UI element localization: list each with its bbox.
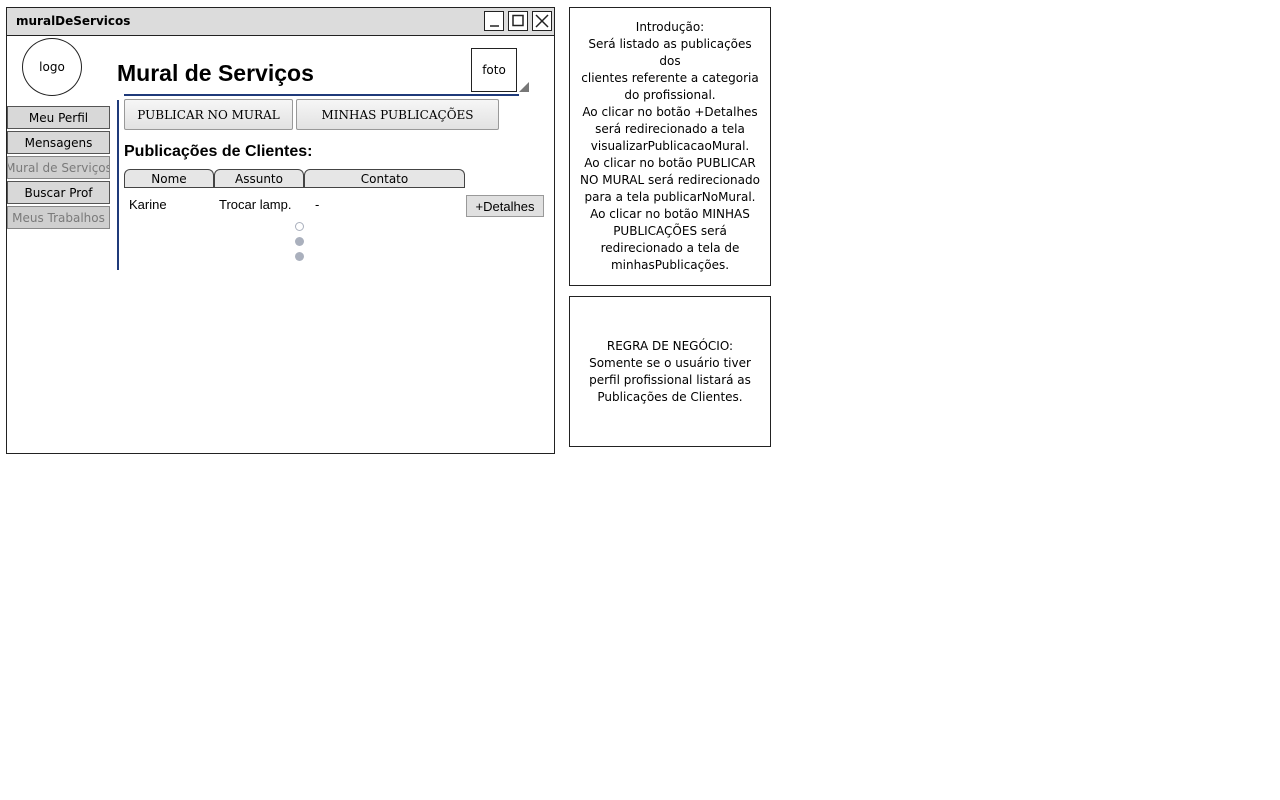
window-title: muralDeServicos bbox=[16, 14, 131, 28]
column-header-nome[interactable]: Nome bbox=[124, 169, 214, 188]
sidebar-item-label: Buscar Prof bbox=[24, 185, 93, 200]
profile-photo-label: foto bbox=[482, 63, 506, 77]
publish-button[interactable]: PUBLICAR NO MURAL bbox=[124, 99, 293, 130]
page-dot-1[interactable] bbox=[295, 222, 304, 231]
my-posts-button[interactable]: MINHAS PUBLICAÇÕES bbox=[296, 99, 499, 130]
title-bar: muralDeServicos bbox=[7, 8, 554, 36]
intro-note-text: Introdução: Será listado as publicações … bbox=[580, 20, 760, 272]
sidebar-item-label: Mural de Serviços bbox=[7, 160, 110, 175]
resize-grip-icon bbox=[519, 82, 529, 92]
cell-contato: - bbox=[315, 197, 320, 212]
column-header-contato[interactable]: Contato bbox=[304, 169, 465, 188]
intro-note: Introdução: Será listado as publicações … bbox=[569, 7, 771, 286]
section-title: Publicações de Clientes: bbox=[124, 143, 313, 160]
sidebar-item-label: Meus Trabalhos bbox=[12, 210, 105, 225]
title-divider bbox=[124, 94, 519, 96]
sidebar-item-label: Meu Perfil bbox=[28, 110, 89, 125]
sidebar-item-label: Mensagens bbox=[24, 135, 93, 150]
cell-nome: Karine bbox=[129, 197, 167, 212]
sidebar-item-meu-perfil[interactable]: Meu Perfil bbox=[7, 106, 110, 129]
sidebar-item-buscar-prof[interactable]: Buscar Prof bbox=[7, 181, 110, 204]
details-button[interactable]: +Detalhes bbox=[466, 195, 544, 217]
minimize-icon[interactable] bbox=[484, 11, 504, 31]
table-header-line bbox=[124, 187, 465, 188]
sidebar-item-mensagens[interactable]: Mensagens bbox=[7, 131, 110, 154]
column-header-assunto[interactable]: Assunto bbox=[214, 169, 304, 188]
close-icon[interactable] bbox=[532, 11, 552, 31]
content-divider bbox=[117, 100, 119, 270]
page-dot-2[interactable] bbox=[295, 237, 304, 246]
sidebar-item-mural-de-servicos[interactable]: Mural de Serviços bbox=[7, 156, 110, 179]
profile-photo[interactable]: foto bbox=[471, 48, 517, 92]
page-title: Mural de Serviços bbox=[117, 60, 314, 86]
logo-label: logo bbox=[39, 60, 65, 74]
sidebar: Meu Perfil Mensagens Mural de Serviços B… bbox=[7, 106, 111, 231]
pagination bbox=[295, 222, 305, 267]
business-rule-text: REGRA DE NEGÓCIO: Somente se o usuário t… bbox=[589, 338, 751, 404]
sidebar-item-meus-trabalhos[interactable]: Meus Trabalhos bbox=[7, 206, 110, 229]
logo: logo bbox=[22, 38, 82, 96]
page-dot-3[interactable] bbox=[295, 252, 304, 261]
maximize-icon[interactable] bbox=[508, 11, 528, 31]
cell-assunto: Trocar lamp. bbox=[219, 197, 292, 212]
app-window: muralDeServicos logo Mural de Serviços f… bbox=[6, 7, 555, 454]
business-rule-note: REGRA DE NEGÓCIO: Somente se o usuário t… bbox=[569, 296, 771, 447]
